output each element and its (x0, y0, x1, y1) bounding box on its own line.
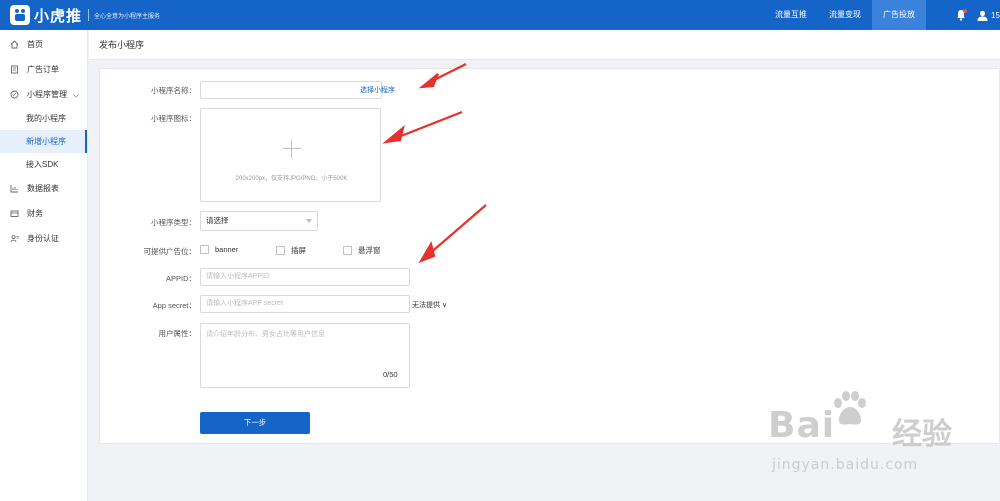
notification-dot (963, 9, 967, 13)
watermark-url: jingyan.baidu.com (772, 457, 919, 473)
sidebar-item-reports[interactable]: 数据报表 (0, 176, 87, 201)
page-title: 发布小程序 (89, 30, 1000, 60)
sidebar-item-my-miniprograms[interactable]: 我的小程序 (0, 107, 87, 130)
chart-icon (10, 184, 19, 193)
checkbox[interactable] (343, 246, 352, 255)
sidebar-item-finance[interactable]: 财务 (0, 201, 87, 226)
logo-divider (88, 9, 90, 21)
icon-upload[interactable]: 200x200px，仅支持JPG/PNG，小于500K (200, 108, 381, 202)
ad-slot-label-text: 悬浮窗 (358, 246, 381, 255)
sidebar: 首页 广告订单 小程序管理 我的小程序 新增小程序 接入SDK 数据报表 财务 … (0, 30, 88, 501)
sidebar-item-label: 数据报表 (27, 184, 59, 193)
top-nav: 流量互推 流量变现 广告投放 (764, 0, 926, 30)
appid-field[interactable]: 请输入小程序APPID (200, 268, 410, 286)
char-counter: 0/50 (383, 370, 398, 379)
caret-down-icon (306, 219, 312, 223)
home-icon (10, 40, 19, 49)
type-select[interactable]: 请选择 (200, 211, 318, 231)
app-slogan: 全心全意为小程序主服务 (94, 13, 161, 20)
checkbox[interactable] (276, 246, 285, 255)
sidebar-item-sdk[interactable]: 接入SDK (0, 153, 87, 176)
select-miniprogram-link[interactable]: 选择小程序 (360, 85, 395, 95)
attr-label: 用户属性： (158, 329, 197, 338)
type-label: 小程序类型： (151, 218, 196, 227)
type-select-value: 请选择 (206, 216, 229, 225)
sidebar-item-label: 身份认证 (27, 234, 59, 243)
top-icons: 15 (955, 0, 1000, 30)
form-card: 小程序名称： 选择小程序 小程序图标： 200x200px，仅支持JPG/PNG… (99, 68, 1000, 444)
ad-slot-floating[interactable]: 悬浮窗 (343, 245, 381, 256)
icon-label: 小程序图标： (151, 114, 196, 123)
sidebar-item-label: 财务 (27, 209, 43, 218)
secret-label: App secret： (152, 301, 196, 310)
sidebar-item-label: 广告订单 (27, 65, 59, 74)
sidebar-item-home[interactable]: 首页 (0, 32, 87, 57)
name-field[interactable] (200, 81, 382, 99)
chevron-down-icon (73, 91, 79, 100)
checkbox[interactable] (200, 245, 209, 254)
finance-icon (10, 209, 19, 218)
app-name: 小虎推 (34, 7, 83, 25)
sidebar-item-miniprogram-manage[interactable]: 小程序管理 (0, 82, 87, 107)
upload-hint: 200x200px，仅支持JPG/PNG，小于500K (235, 176, 348, 182)
ad-slot-label-text: 插屏 (291, 246, 306, 255)
logo[interactable]: 小虎推 全心全意为小程序主服务 (10, 0, 160, 30)
paw-icon (834, 391, 866, 425)
top-bar: 小虎推 全心全意为小程序主服务 流量互推 流量变现 广告投放 15 (0, 0, 1000, 30)
plus-icon (283, 140, 301, 158)
sidebar-item-identity[interactable]: 身份认证 (0, 226, 87, 251)
ad-slot-banner[interactable]: banner (200, 245, 238, 254)
sidebar-item-label: 小程序管理 (27, 90, 67, 99)
watermark-brand: Bai (768, 405, 836, 446)
id-icon (10, 234, 19, 243)
secret-field[interactable]: 请输入小程序APP secret (200, 295, 410, 313)
user-icon (977, 10, 988, 21)
watermark-brand-cn: 经验 (892, 417, 952, 452)
sidebar-item-label: 首页 (27, 40, 43, 49)
ad-slot-label: 可提供广告位： (143, 247, 197, 256)
sidebar-item-ad-orders[interactable]: 广告订单 (0, 57, 87, 82)
user-attr-textarea[interactable]: 请介绍年龄分布、男女占比等用户信息 (200, 323, 410, 388)
top-nav-traffic-monetize[interactable]: 流量变现 (818, 0, 872, 30)
order-icon (10, 65, 19, 74)
next-step-button[interactable]: 下一步 (200, 412, 310, 434)
sidebar-item-add-miniprogram[interactable]: 新增小程序 (0, 130, 87, 153)
baidu-watermark: Bai 经验 jingyan.baidu.com (760, 391, 990, 495)
top-nav-traffic-exchange[interactable]: 流量互推 (764, 0, 818, 30)
logo-icon (10, 5, 30, 25)
miniprogram-icon (10, 90, 19, 99)
ad-slot-label-text: banner (215, 245, 239, 254)
bell-icon[interactable] (955, 9, 967, 21)
top-nav-ad-placement[interactable]: 广告投放 (872, 0, 926, 30)
user-menu[interactable]: 15 (977, 10, 1000, 21)
cannot-provide-dropdown[interactable]: 无法提供 ∨ (412, 300, 447, 310)
ad-slot-interstitial[interactable]: 插屏 (276, 245, 306, 256)
appid-label: APPID： (165, 274, 196, 283)
user-name: 15 (991, 10, 1000, 20)
name-label: 小程序名称： (151, 86, 196, 95)
